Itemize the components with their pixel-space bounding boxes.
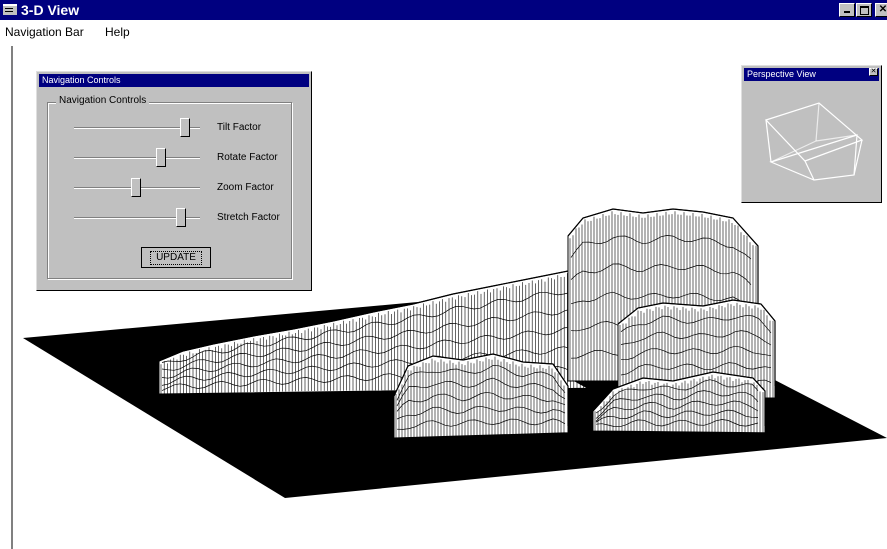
- minimize-button[interactable]: [839, 3, 855, 17]
- slider-track: [74, 157, 200, 159]
- zoom-label: Zoom Factor: [217, 182, 274, 193]
- perspective-view-window: Perspective View ✕: [741, 65, 882, 203]
- rotate-label: Rotate Factor: [217, 152, 278, 163]
- slider-thumb[interactable]: [130, 178, 141, 197]
- perspective-view-title: Perspective View: [744, 68, 879, 81]
- slider-thumb[interactable]: [176, 208, 187, 227]
- tilt-slider[interactable]: Tilt Factor: [62, 118, 302, 138]
- cube-front-face: [764, 102, 864, 162]
- navigation-controls-window: Navigation Controls Navigation Controls …: [36, 71, 312, 291]
- perspective-cube: [764, 102, 864, 181]
- stretch-slider[interactable]: Stretch Factor: [62, 208, 302, 228]
- title-bar[interactable]: 3-D View ✕: [0, 0, 887, 20]
- tilt-label: Tilt Factor: [217, 122, 262, 133]
- zoom-slider[interactable]: Zoom Factor: [62, 178, 302, 198]
- close-button[interactable]: ✕: [875, 3, 887, 17]
- app-window: 3-D View ✕ Navigation Bar Help Navigatio…: [0, 0, 887, 549]
- update-label: UPDATE: [150, 251, 202, 265]
- update-button[interactable]: UPDATE: [141, 247, 211, 268]
- menu-navigation-bar[interactable]: Navigation Bar: [5, 25, 84, 39]
- navigation-controls-title: Navigation Controls: [39, 74, 309, 87]
- window-controls: ✕: [839, 3, 887, 17]
- maximize-button[interactable]: [856, 3, 872, 17]
- system-menu-icon[interactable]: [3, 4, 17, 15]
- group-label: Navigation Controls: [56, 95, 150, 106]
- slider-thumb[interactable]: [179, 118, 190, 137]
- rotate-slider[interactable]: Rotate Factor: [62, 148, 302, 168]
- stretch-label: Stretch Factor: [217, 212, 280, 223]
- window-title: 3-D View: [21, 2, 80, 18]
- menu-bar: Navigation Bar Help: [0, 20, 887, 42]
- close-icon[interactable]: ✕: [869, 68, 878, 76]
- slider-thumb[interactable]: [155, 148, 166, 167]
- terrain-front-middle: [393, 353, 569, 439]
- menu-help[interactable]: Help: [105, 25, 130, 39]
